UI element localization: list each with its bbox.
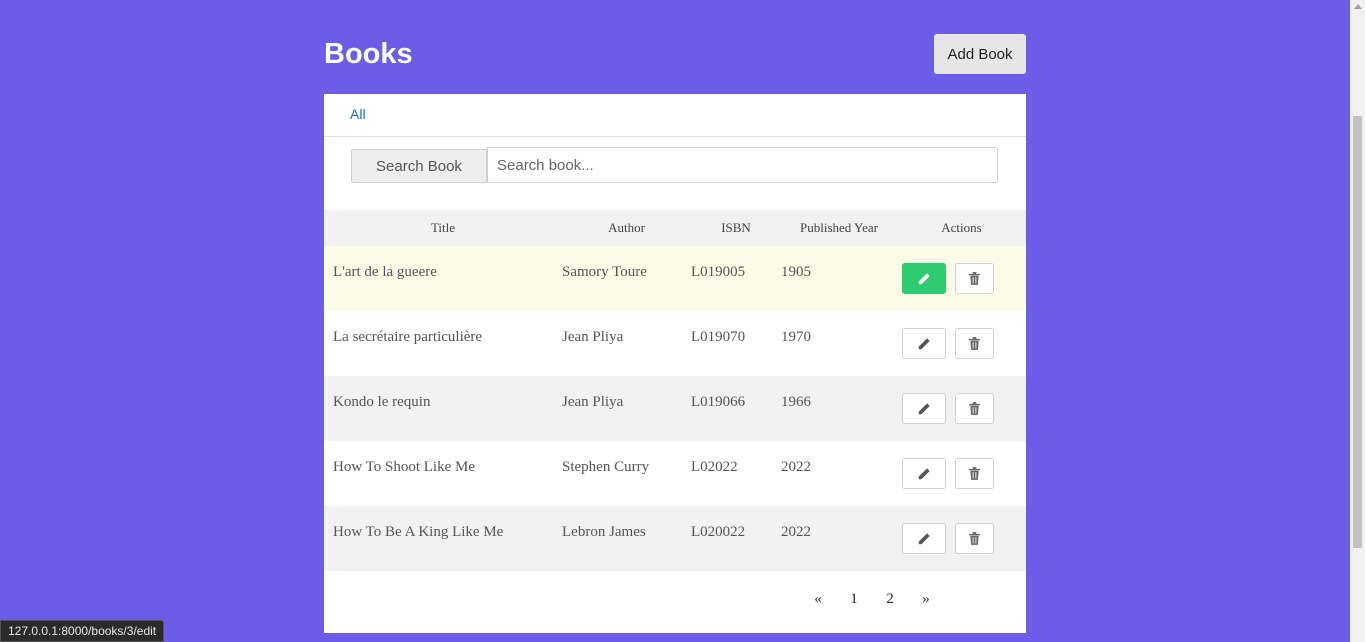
tab-all[interactable]: All: [350, 106, 366, 122]
column-header-published-year[interactable]: Published Year: [781, 210, 897, 246]
book-isbn: L019066: [691, 394, 746, 410]
book-author: Stephen Curry: [562, 459, 650, 475]
table-header-row: Title Author ISBN Published Year Actions: [324, 210, 1026, 246]
books-panel: All Search Book Title Author ISBN Publis…: [324, 94, 1026, 633]
delete-button[interactable]: [955, 263, 994, 294]
row-actions: [897, 393, 1026, 424]
scrollbar-thumb[interactable]: [1353, 116, 1362, 548]
search-bar: Search Book: [351, 147, 998, 183]
delete-button[interactable]: [955, 523, 994, 554]
status-bar-url: 127.0.0.1:8000/books/3/edit: [0, 620, 165, 642]
book-year: 1905: [781, 264, 811, 280]
delete-button[interactable]: [955, 458, 994, 489]
pagination-prev[interactable]: «: [800, 591, 836, 611]
pencil-icon: [918, 467, 930, 479]
row-actions: [897, 263, 1026, 294]
book-title: Kondo le requin: [333, 394, 431, 410]
edit-button[interactable]: [902, 263, 946, 294]
book-year: 2022: [781, 524, 811, 540]
table-row: La secrétaire particulière Jean Pliya L0…: [324, 311, 1026, 376]
pencil-icon: [918, 337, 930, 349]
delete-button[interactable]: [955, 328, 994, 359]
trash-icon: [969, 337, 980, 350]
row-actions: [897, 523, 1026, 554]
column-header-title[interactable]: Title: [324, 210, 562, 246]
book-year: 1966: [781, 394, 811, 410]
column-header-author[interactable]: Author: [562, 210, 691, 246]
book-isbn: L020022: [691, 524, 746, 540]
book-isbn: L019070: [691, 329, 746, 345]
pagination-next[interactable]: »: [908, 591, 944, 611]
pagination: « 1 2 »: [800, 591, 944, 611]
row-actions: [897, 458, 1026, 489]
page: Books Add Book All Search Book Title Aut…: [0, 0, 1365, 642]
book-year: 1970: [781, 329, 811, 345]
book-author: Jean Pliya: [562, 394, 624, 410]
pencil-icon: [918, 402, 930, 414]
books-table: Title Author ISBN Published Year Actions…: [324, 210, 1026, 571]
book-author: Jean Pliya: [562, 329, 624, 345]
book-author: Lebron James: [562, 524, 646, 540]
page-title: Books: [324, 38, 413, 70]
edit-button[interactable]: [902, 393, 946, 424]
pencil-icon: [918, 272, 930, 284]
search-book-button[interactable]: Search Book: [351, 149, 487, 183]
table-row: Kondo le requin Jean Pliya L019066 1966: [324, 376, 1026, 441]
book-isbn: L02022: [691, 459, 738, 475]
table-row: How To Shoot Like Me Stephen Curry L0202…: [324, 441, 1026, 506]
column-header-isbn[interactable]: ISBN: [691, 210, 781, 246]
search-input[interactable]: [487, 147, 998, 183]
table-body: L'art de la gueere Samory Toure L019005 …: [324, 246, 1026, 571]
book-isbn: L019005: [691, 264, 746, 280]
book-title: How To Shoot Like Me: [333, 459, 476, 475]
tab-bar: All: [324, 94, 1026, 137]
book-title: La secrétaire particulière: [333, 329, 483, 345]
row-actions: [897, 328, 1026, 359]
scrollbar[interactable]: [1350, 0, 1365, 642]
pagination-page-1[interactable]: 1: [836, 591, 872, 611]
edit-button[interactable]: [902, 328, 946, 359]
edit-button[interactable]: [902, 458, 946, 489]
trash-icon: [969, 467, 980, 480]
scroll-up-arrow-icon[interactable]: [1354, 4, 1362, 9]
table-row: How To Be A King Like Me Lebron James L0…: [324, 506, 1026, 571]
delete-button[interactable]: [955, 393, 994, 424]
add-book-button[interactable]: Add Book: [934, 34, 1026, 74]
trash-icon: [969, 272, 980, 285]
pagination-page-2[interactable]: 2: [872, 591, 908, 611]
trash-icon: [969, 402, 980, 415]
trash-icon: [969, 532, 980, 545]
edit-button[interactable]: [902, 523, 946, 554]
pencil-icon: [918, 532, 930, 544]
column-header-actions: Actions: [897, 210, 1026, 246]
book-author: Samory Toure: [562, 264, 647, 280]
book-title: L'art de la gueere: [333, 264, 437, 280]
header: Books Add Book: [324, 34, 1026, 74]
book-title: How To Be A King Like Me: [333, 524, 504, 540]
book-year: 2022: [781, 459, 811, 475]
table-row: L'art de la gueere Samory Toure L019005 …: [324, 246, 1026, 311]
